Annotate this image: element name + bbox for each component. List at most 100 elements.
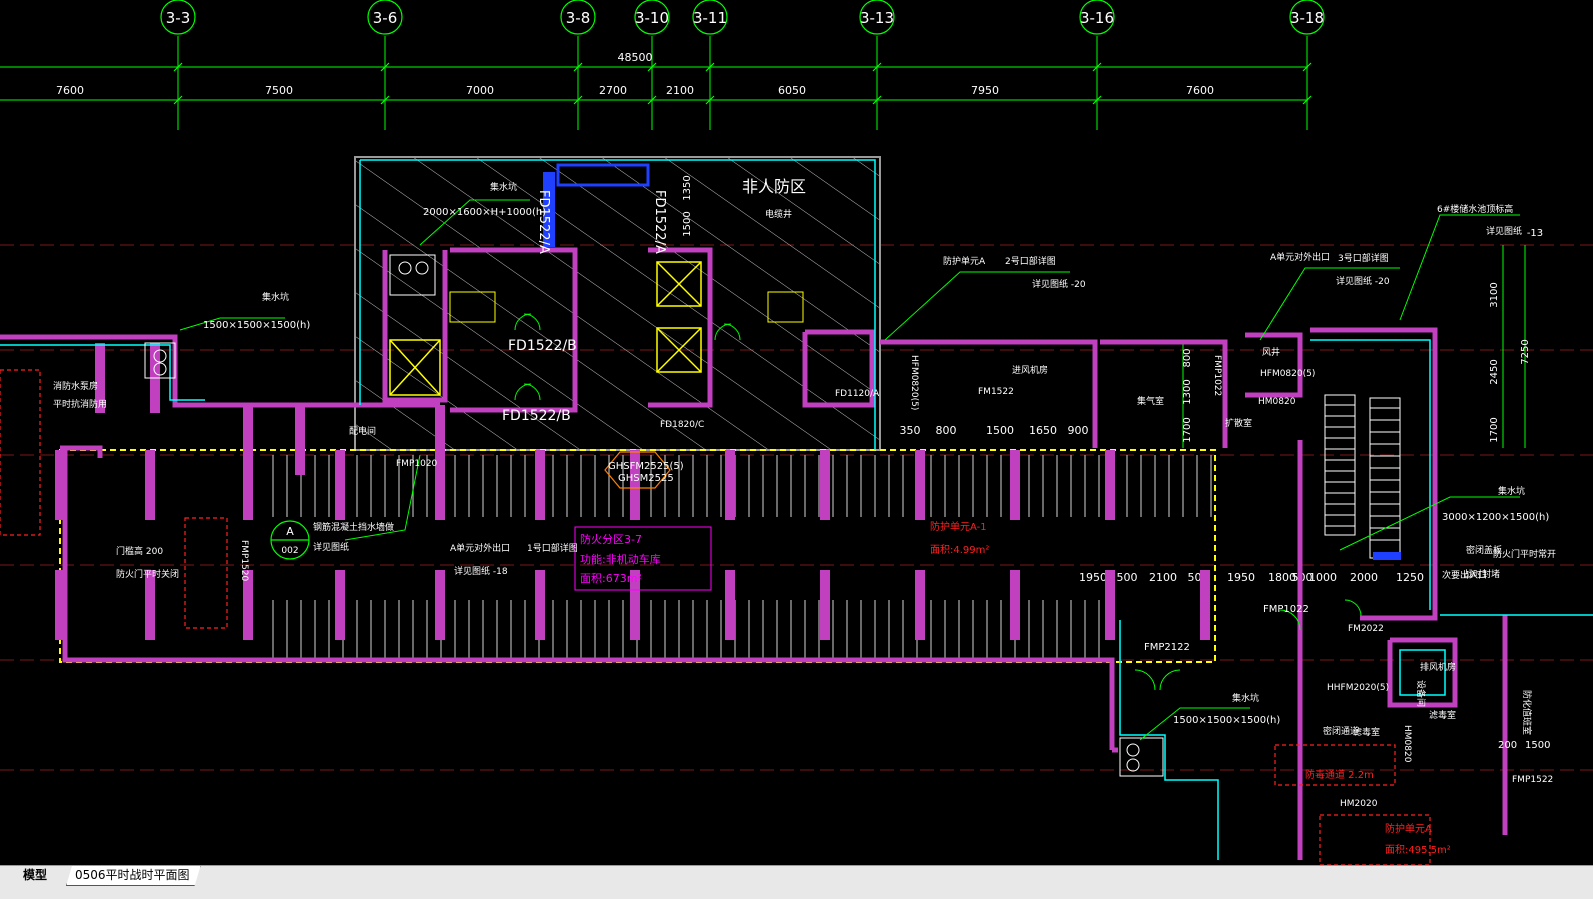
protection-unit-label: 防毒通道 2.2m	[1305, 768, 1374, 781]
drawing-label: GHSFM2525(5)	[608, 461, 684, 472]
drawing-label: 详见图纸 -20	[1336, 275, 1390, 287]
column	[435, 570, 445, 640]
bay-dimension: 7950	[971, 84, 999, 97]
row-dimension: 350	[900, 424, 921, 437]
drawing-label: A单元对外出口	[1270, 251, 1330, 263]
row-dimension: 2100	[1149, 571, 1177, 584]
vertical-dimension: 2450	[1489, 359, 1500, 384]
column	[820, 450, 830, 520]
drawing-label: 集水坑	[262, 291, 289, 303]
bay-dimension: 6050	[778, 84, 806, 97]
axis-bubble-number: 002	[281, 546, 298, 556]
row-dimension: 500	[1117, 571, 1138, 584]
drawing-label: 进风机房	[1012, 364, 1048, 376]
row-dimension: 1650	[1029, 424, 1057, 437]
row-dimension: 1000	[1309, 571, 1337, 584]
drawing-label: GHSM2525	[618, 473, 674, 484]
vertical-dimension: 1300	[1182, 379, 1193, 404]
row-dimension: 800	[936, 424, 957, 437]
bay-dimension: 7000	[466, 84, 494, 97]
protection-unit-label: 面积:4.99m²	[930, 544, 989, 556]
drawing-label: 1500×1500×1500(h)	[1173, 715, 1280, 726]
overall-dimension: 48500	[618, 51, 653, 64]
drawing-label: 防火门平时常开	[1493, 548, 1556, 560]
cad-model-space[interactable]: 3-3 3-6 3-8 3-10 3-11 3-13 3-16 3-18 48500 7600 7…	[0, 0, 1593, 870]
drawing-label: FMP1022	[1263, 604, 1309, 615]
column	[145, 570, 155, 640]
drawing-label: HM0820	[1402, 725, 1412, 763]
column	[243, 405, 253, 475]
bay-dimension: 7600	[56, 84, 84, 97]
bay-dimension: 2100	[666, 84, 694, 97]
vertical-dimension: -13	[1527, 228, 1543, 239]
stair-shaft	[1324, 394, 1401, 560]
axis-label: 3-10	[635, 9, 669, 27]
vertical-dimension: 1700	[1182, 417, 1193, 442]
drawing-label: FMP1022	[1212, 355, 1222, 396]
drawing-label: 风井	[1262, 346, 1280, 358]
column	[1200, 570, 1210, 640]
drawing-label: 非人防区	[742, 177, 806, 196]
drawing-label: 1500	[1525, 740, 1550, 751]
axis-label: 3-16	[1080, 9, 1114, 27]
column	[145, 450, 155, 520]
drawing-label: 3000×1200×1500(h)	[1442, 512, 1549, 523]
drawing-label: 集气室	[1137, 395, 1164, 407]
drawing-label: 电缆井	[765, 208, 792, 220]
tab-model[interactable]: 模型	[14, 866, 56, 885]
drawing-label: 防护单元A	[943, 255, 986, 267]
drawing-label: 门槛高 200	[116, 545, 163, 557]
column	[55, 450, 65, 520]
row-dimension: 1950	[1227, 571, 1255, 584]
drawing-label: FD1522/A	[536, 190, 551, 254]
drawing-label: HFM0820(5)	[1260, 369, 1315, 379]
row-dimension: 1950	[1079, 571, 1107, 584]
protection-unit-label: 防护单元A-1	[930, 520, 987, 533]
column	[535, 570, 545, 640]
axis-label: 3-8	[566, 9, 591, 27]
column	[1010, 570, 1020, 640]
drawing-label: HM2020	[1340, 799, 1378, 809]
drawing-label: 钢筋混凝土挡水墙做	[313, 521, 394, 533]
drawing-label: FM1522	[978, 387, 1014, 397]
column	[1105, 450, 1115, 520]
protection-unit-label: 防护单元A	[1385, 822, 1432, 835]
drawing-label: FMP1020	[396, 459, 438, 469]
drawing-label: HFM0820(5)	[909, 355, 919, 410]
tab-layout-0506[interactable]: 0506平时战时平面图	[66, 866, 201, 886]
fire-zone-label: 面积:673m²	[580, 572, 642, 585]
column	[820, 570, 830, 640]
axis-label: 3-3	[166, 9, 191, 27]
drawing-label: 滤毒室	[1353, 726, 1380, 738]
drawing-label: A单元对外出口	[450, 542, 510, 554]
drawing-label: 详见图纸	[313, 541, 349, 553]
fire-zone-label: 防火分区3-7	[580, 532, 642, 546]
vertical-dimension: 7250	[1520, 339, 1531, 364]
row-dimension: 1250	[1396, 571, 1424, 584]
drawing-label: FD1522/B	[508, 338, 577, 354]
fire-zone-label: 功能:非机动车库	[580, 552, 661, 566]
drawing-label: FD1120/A	[835, 389, 880, 399]
axis-label: 3-6	[373, 9, 398, 27]
drawing-label: 滤毒室	[1429, 709, 1456, 721]
drawing-label: 防化值班室	[1521, 690, 1533, 735]
column	[535, 450, 545, 520]
drawing-label: FD1522/B	[502, 408, 571, 424]
column	[1105, 570, 1115, 640]
drawing-label: FD1820/C	[660, 420, 704, 430]
drawing-label: FMP1522	[1512, 775, 1553, 785]
drawing-label: 配电间	[349, 425, 376, 437]
drawing-label: 详见图纸 -18	[454, 565, 508, 577]
drawing-label: 3号口部详图	[1338, 252, 1389, 264]
drawing-label: 防火门平时关闭	[116, 568, 179, 580]
drawing-label: 详见图纸	[1486, 225, 1522, 237]
drawing-label: FD1522/A	[652, 190, 667, 254]
drawing-label: 消防水泵房	[53, 380, 98, 392]
drawing-label: 2号口部详图	[1005, 255, 1056, 267]
protection-unit-label: 面积:495.5m²	[1385, 844, 1451, 856]
vertical-dimension: 1700	[1489, 417, 1500, 442]
row-dimension: 900	[1068, 424, 1089, 437]
drawing-label: 1500×1500×1500(h)	[203, 320, 310, 331]
column	[1010, 450, 1020, 520]
drawing-label: 扩散室	[1225, 417, 1252, 429]
